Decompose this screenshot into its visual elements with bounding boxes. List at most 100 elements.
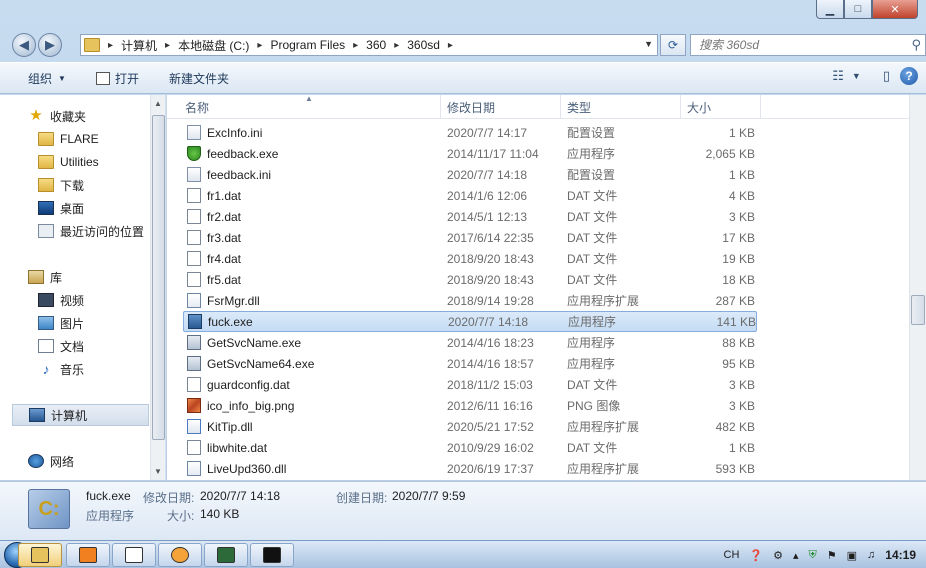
file-row[interactable]: LiveUpd360.dll 2020/6/19 17:37 应用程序扩展 593 K… xyxy=(183,458,757,479)
nav-item-music[interactable]: ♪ 音乐 xyxy=(38,358,165,380)
volume-icon[interactable]: ♫ xyxy=(867,549,875,561)
column-name[interactable]: ▲ 名称 xyxy=(167,95,441,119)
taskbar-media-player[interactable] xyxy=(66,543,110,567)
column-date[interactable]: 修改日期 xyxy=(441,95,561,119)
file-row[interactable]: fr5.dat 2018/9/20 18:43 DAT 文件 18 KB xyxy=(183,269,757,290)
settings-tray-icon[interactable]: ⚙ xyxy=(773,549,783,562)
nav-network[interactable]: 网络 xyxy=(28,450,165,472)
nav-libraries[interactable]: 库 xyxy=(28,266,165,288)
clock[interactable]: 14:19 xyxy=(885,548,916,562)
address-bar[interactable]: ▸ 计算机 ▸ 本地磁盘 (C:) ▸ Program Files ▸ 360 … xyxy=(80,34,658,56)
chevron-up-icon[interactable]: ▴ xyxy=(793,549,799,562)
search-box[interactable]: ⚲ xyxy=(690,34,926,56)
library-icon xyxy=(28,270,44,284)
address-dropdown-icon[interactable]: ▼ xyxy=(644,39,653,49)
back-button[interactable]: ◀ xyxy=(12,33,36,57)
file-row[interactable]: GetSvcName64.exe 2014/4/16 18:57 应用程序 95 KB xyxy=(183,353,757,374)
blank-file-icon xyxy=(187,377,201,392)
breadcrumb-local-disk[interactable]: 本地磁盘 (C:) xyxy=(174,37,253,54)
nav-item-utilities[interactable]: Utilities xyxy=(38,151,165,173)
exe-file-icon xyxy=(188,314,202,329)
column-type[interactable]: 类型 xyxy=(561,95,681,119)
nav-favorites[interactable]: ★ 收藏夹 xyxy=(28,105,165,127)
picture-icon xyxy=(38,316,54,330)
nav-item-downloads[interactable]: 下载 xyxy=(38,174,165,196)
open-button[interactable]: 打开 xyxy=(88,66,147,90)
file-row[interactable]: GetSvcName.exe 2014/4/16 18:23 应用程序 88 KB xyxy=(183,332,757,353)
png-file-icon xyxy=(187,398,201,413)
file-row[interactable]: fr2.dat 2014/5/1 12:13 DAT 文件 3 KB xyxy=(183,206,757,227)
view-options-icon[interactable]: ☷ xyxy=(828,68,848,84)
file-name: fr3.dat xyxy=(207,230,242,245)
nav-label: 网络 xyxy=(50,454,75,469)
file-row[interactable]: fr3.dat 2017/6/14 22:35 DAT 文件 17 KB xyxy=(183,227,757,248)
breadcrumb-360[interactable]: 360 xyxy=(362,38,390,52)
breadcrumb-separator[interactable]: ▸ xyxy=(104,40,117,51)
chevron-down-icon[interactable]: ▼ xyxy=(848,71,865,81)
breadcrumb-360sd[interactable]: 360sd xyxy=(403,38,444,52)
file-type: 应用程序 xyxy=(567,147,616,161)
new-folder-button[interactable]: 新建文件夹 xyxy=(161,66,237,90)
search-input[interactable] xyxy=(691,38,891,52)
file-row[interactable]: fr1.dat 2014/1/6 12:06 DAT 文件 4 KB xyxy=(183,185,757,206)
file-size: 3 KB xyxy=(728,209,755,224)
breadcrumb-separator[interactable]: ▸ xyxy=(390,40,403,51)
file-row[interactable]: KitTip.dll 2020/5/21 17:52 应用程序扩展 482 KB xyxy=(183,416,757,437)
nav-item-flare[interactable]: FLARE xyxy=(38,128,165,150)
scroll-up-icon[interactable]: ▲ xyxy=(154,99,162,108)
breadcrumb-separator[interactable]: ▸ xyxy=(253,40,266,51)
taskbar-monitor[interactable] xyxy=(204,543,248,567)
preview-pane-icon[interactable]: ▯ xyxy=(879,68,894,84)
scrollbar-thumb[interactable] xyxy=(152,115,165,440)
nav-scrollbar[interactable]: ▲ ▼ xyxy=(150,95,165,480)
nav-item-pictures[interactable]: 图片 xyxy=(38,312,165,334)
exe2-file-icon xyxy=(187,356,201,371)
file-row[interactable]: feedback.ini 2020/7/7 14:18 配置设置 1 KB xyxy=(183,164,757,185)
taskbar-search-tool[interactable] xyxy=(158,543,202,567)
nav-item-desktop[interactable]: 桌面 xyxy=(38,197,165,219)
column-size[interactable]: 大小 xyxy=(681,95,761,119)
nav-item-recent-places[interactable]: 最近访问的位置 xyxy=(38,220,165,242)
flag-icon[interactable]: ⚑ xyxy=(827,549,837,562)
breadcrumb-computer[interactable]: 计算机 xyxy=(117,37,161,54)
taskbar-explorer[interactable] xyxy=(18,543,62,567)
help-icon[interactable]: ? xyxy=(900,67,918,85)
ini-file-icon xyxy=(187,125,201,140)
breadcrumb-separator[interactable]: ▸ xyxy=(444,40,457,51)
file-type: DAT 文件 xyxy=(567,189,618,203)
nav-item-videos[interactable]: 视频 xyxy=(38,289,165,311)
file-row[interactable]: FsrMgr.dll 2018/9/14 19:28 应用程序扩展 287 KB xyxy=(183,290,757,311)
shield-icon[interactable]: ⛨ xyxy=(809,549,817,562)
file-row[interactable]: ico_info_big.png 2012/6/11 16:16 PNG 图像 3 K… xyxy=(183,395,757,416)
file-size: 1 KB xyxy=(728,440,755,455)
close-button[interactable]: ✕ xyxy=(872,0,918,19)
file-row[interactable]: fuck.exe 2020/7/7 14:18 应用程序 141 KB xyxy=(183,311,757,332)
file-size: 1 KB xyxy=(728,125,755,140)
nav-computer[interactable]: 计算机 xyxy=(12,404,149,426)
language-indicator[interactable]: CH xyxy=(724,549,740,561)
nav-item-documents[interactable]: 文档 xyxy=(38,335,165,357)
file-list-scrollbar[interactable] xyxy=(909,95,926,480)
file-row[interactable]: guardconfig.dat 2018/11/2 15:03 DAT 文件 3 KB xyxy=(183,374,757,395)
refresh-button[interactable]: ⟳ xyxy=(660,34,686,56)
organize-button[interactable]: 组织 ▼ xyxy=(20,66,74,90)
search-icon[interactable]: ⚲ xyxy=(911,37,921,53)
taskbar-window[interactable] xyxy=(112,543,156,567)
help-tray-icon[interactable]: ❓ xyxy=(749,549,763,562)
network-tray-icon[interactable]: ▣ xyxy=(847,549,857,562)
breadcrumb-separator[interactable]: ▸ xyxy=(349,40,362,51)
scrollbar-thumb[interactable] xyxy=(911,295,925,325)
file-size: 4 KB xyxy=(728,188,755,203)
scroll-down-icon[interactable]: ▼ xyxy=(154,467,162,476)
file-row[interactable]: feedback.exe 2014/11/17 11:04 应用程序 2,065 KB xyxy=(183,143,757,164)
taskbar-cmd[interactable] xyxy=(250,543,294,567)
file-row[interactable]: libwhite.dat 2010/9/29 16:02 DAT 文件 1 KB xyxy=(183,437,757,458)
file-row[interactable]: ExcInfo.ini 2020/7/7 14:17 配置设置 1 KB xyxy=(183,122,757,143)
forward-button[interactable]: ▶ xyxy=(38,33,62,57)
breadcrumb-separator[interactable]: ▸ xyxy=(161,40,174,51)
file-date: 2020/7/7 14:17 xyxy=(447,125,528,140)
maximize-button[interactable]: □ xyxy=(844,0,872,19)
minimize-button[interactable]: ▁ xyxy=(816,0,844,19)
breadcrumb-program-files[interactable]: Program Files xyxy=(266,38,349,52)
file-row[interactable]: fr4.dat 2018/9/20 18:43 DAT 文件 19 KB xyxy=(183,248,757,269)
